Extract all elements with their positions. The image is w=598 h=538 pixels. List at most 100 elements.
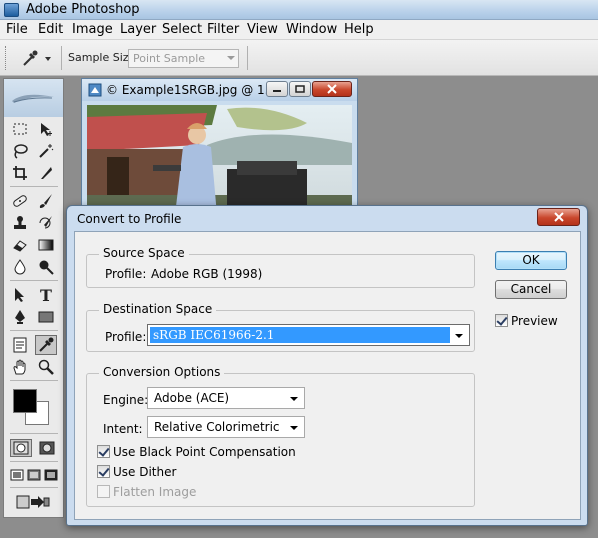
- source-space-legend: Source Space: [99, 246, 189, 260]
- toolbox-divider: [10, 461, 58, 462]
- dialog-close-button[interactable]: [537, 208, 580, 226]
- marquee-icon: [13, 123, 27, 135]
- ok-button[interactable]: OK: [495, 251, 567, 270]
- document-canvas[interactable]: [87, 105, 352, 215]
- source-profile-label: Profile:: [105, 267, 147, 281]
- blur-tool[interactable]: [9, 257, 31, 277]
- options-separator: [61, 46, 62, 70]
- foreground-color-swatch[interactable]: [13, 389, 37, 413]
- crop-icon: [13, 166, 27, 180]
- type-tool[interactable]: T: [35, 285, 57, 305]
- history-brush-icon: [39, 216, 52, 229]
- menu-filter[interactable]: Filter: [207, 22, 239, 37]
- dither-checkbox[interactable]: [97, 465, 110, 478]
- engine-select[interactable]: Adobe (ACE): [147, 387, 305, 409]
- menu-window[interactable]: Window: [286, 22, 337, 37]
- chevron-down-icon: [290, 426, 298, 430]
- intent-label: Intent:: [103, 422, 143, 436]
- dodge-tool[interactable]: [35, 257, 57, 277]
- menu-help[interactable]: Help: [344, 22, 374, 37]
- hand-icon: [13, 359, 26, 375]
- move-tool[interactable]: [35, 119, 57, 139]
- slice-icon: [41, 167, 52, 179]
- jump-to-imageready-button[interactable]: [10, 492, 56, 512]
- rectangle-shape-icon: [38, 311, 54, 323]
- chevron-down-icon: [227, 56, 235, 60]
- quick-mask-button[interactable]: [36, 439, 58, 457]
- magnifier-icon: [38, 359, 54, 375]
- chevron-down-icon: [45, 57, 51, 61]
- pen-icon: [15, 310, 25, 324]
- svg-text:T: T: [40, 287, 52, 303]
- eraser-tool[interactable]: [9, 235, 31, 255]
- document-close-button[interactable]: [312, 81, 352, 97]
- menu-file[interactable]: File: [6, 22, 28, 37]
- history-brush-tool[interactable]: [35, 213, 57, 233]
- menu-layer[interactable]: Layer: [120, 22, 156, 37]
- close-icon: [553, 212, 564, 222]
- destination-space-legend: Destination Space: [99, 302, 217, 316]
- screen-mode-icon: [44, 469, 58, 481]
- toolbox-header[interactable]: [4, 79, 63, 117]
- sample-size-value: Point Sample: [133, 52, 206, 65]
- options-separator: [247, 46, 248, 70]
- chevron-down-icon: [290, 397, 298, 401]
- menu-select[interactable]: Select: [162, 22, 202, 37]
- full-screen-menu-mode-button[interactable]: [25, 467, 43, 483]
- hand-tool[interactable]: [9, 357, 31, 377]
- intent-select[interactable]: Relative Colorimetric: [147, 416, 305, 438]
- flatten-image-checkbox[interactable]: [97, 485, 110, 498]
- standard-mode-icon: [13, 441, 29, 455]
- document-title-bar[interactable]: © Example1SRGB.jpg @ 1...: [82, 79, 357, 101]
- minimize-button[interactable]: [266, 81, 288, 97]
- options-bar-grip[interactable]: [5, 46, 8, 70]
- slice-tool[interactable]: [35, 163, 57, 183]
- screen-mode-icon: [27, 469, 41, 481]
- toolbox-panel: T: [3, 78, 64, 518]
- type-icon: T: [40, 287, 52, 303]
- minimize-icon: [273, 90, 281, 92]
- pen-tool[interactable]: [9, 307, 31, 327]
- convert-to-profile-dialog: Convert to Profile Source Space Profile:…: [66, 205, 588, 526]
- close-icon: [327, 84, 337, 94]
- lasso-tool[interactable]: [9, 141, 31, 161]
- magic-wand-tool[interactable]: [35, 141, 57, 161]
- rectangle-shape-tool[interactable]: [35, 307, 57, 327]
- eraser-icon: [13, 240, 27, 252]
- menu-image[interactable]: Image: [72, 22, 113, 37]
- crop-tool[interactable]: [9, 163, 31, 183]
- black-point-checkbox[interactable]: [97, 445, 110, 458]
- cancel-button[interactable]: Cancel: [495, 280, 567, 299]
- standard-mode-button[interactable]: [10, 439, 32, 457]
- zoom-tool[interactable]: [35, 357, 57, 377]
- eyedropper-tool[interactable]: [35, 335, 57, 355]
- intent-value: Relative Colorimetric: [154, 420, 280, 434]
- destination-profile-value: sRGB IEC61966-2.1: [150, 327, 450, 343]
- destination-profile-select[interactable]: sRGB IEC61966-2.1: [147, 324, 470, 346]
- standard-screen-mode-button[interactable]: [8, 467, 26, 483]
- full-screen-mode-button[interactable]: [42, 467, 60, 483]
- menu-edit[interactable]: Edit: [38, 22, 63, 37]
- toolbox-divider: [10, 487, 58, 488]
- toolbox-divider: [10, 380, 58, 381]
- healing-brush-tool[interactable]: [9, 191, 31, 211]
- path-selection-tool[interactable]: [9, 285, 31, 305]
- rectangular-marquee-tool[interactable]: [9, 119, 31, 139]
- menu-view[interactable]: View: [247, 22, 278, 37]
- clone-stamp-tool[interactable]: [9, 213, 31, 233]
- stamp-icon: [14, 216, 26, 229]
- gradient-tool[interactable]: [35, 235, 57, 255]
- preview-checkbox[interactable]: [495, 314, 508, 327]
- jump-to-icon: [16, 495, 50, 509]
- notes-tool[interactable]: [9, 335, 31, 355]
- brush-tool[interactable]: [35, 191, 57, 211]
- tool-preset-picker[interactable]: [18, 48, 56, 68]
- move-icon: [41, 123, 52, 136]
- maximize-button[interactable]: [289, 81, 311, 97]
- toolbox-divider: [10, 330, 58, 331]
- sample-size-select[interactable]: Point Sample: [128, 49, 239, 68]
- app-title-bar: Adobe Photoshop: [0, 0, 598, 20]
- document-window[interactable]: © Example1SRGB.jpg @ 1...: [81, 78, 358, 218]
- engine-value: Adobe (ACE): [154, 391, 230, 405]
- water-drop-icon: [14, 259, 26, 275]
